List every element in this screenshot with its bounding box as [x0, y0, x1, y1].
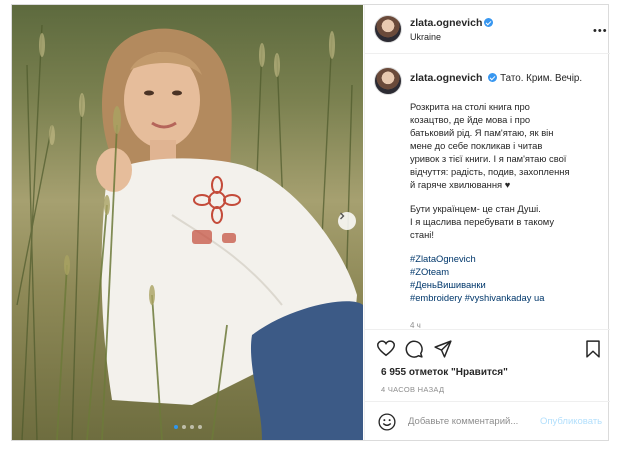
chevron-right-icon [340, 212, 345, 220]
bookmark-icon[interactable] [585, 340, 601, 358]
caption-line: й гаряче хвилювання ♥ [410, 179, 511, 190]
likes-count[interactable]: 6 955 отметок "Нравится" [381, 367, 508, 378]
comment-input[interactable] [408, 413, 538, 430]
caption-line: мене до себе покликав і читав [410, 140, 543, 151]
carousel-indicator [174, 425, 202, 429]
post-side-panel: zlata.ognevich Ukraine ••• zlata.ognevic… [364, 5, 610, 440]
carousel-next-button[interactable] [338, 212, 356, 230]
caption-line: відчуття: радість, подив, захоплення [410, 166, 570, 177]
caption-line: батьковий рід. Я пам'ятаю, як він [410, 127, 554, 138]
smiley-icon[interactable] [378, 413, 396, 431]
likes-text[interactable]: отметок "Нравится" [409, 367, 508, 378]
photo-illustration [16, 24, 363, 440]
post-timestamp[interactable]: 4 ЧАСОВ НАЗАД [381, 385, 444, 394]
more-options-icon[interactable]: ••• [593, 25, 608, 37]
caption-avatar[interactable] [374, 67, 402, 95]
hashtag-link[interactable]: #ZlataOgnevich [410, 252, 600, 265]
heart-icon[interactable] [377, 340, 395, 357]
instagram-post-modal: zlata.ognevich Ukraine ••• zlata.ognevic… [11, 4, 610, 441]
caption-line: стані! [410, 229, 434, 240]
caption-header: zlata.ognevich Тато. Крим. Вечір. [410, 72, 582, 84]
caption-username[interactable]: zlata.ognevich [410, 72, 482, 84]
verified-badge-icon [488, 73, 498, 82]
post-photo[interactable] [12, 5, 363, 440]
comment-bar: Опубликовать [365, 401, 610, 440]
post-header: zlata.ognevich Ukraine ••• [365, 5, 610, 54]
verified-badge-icon [484, 18, 494, 27]
action-bar [365, 329, 610, 369]
post-location[interactable]: Ukraine [410, 32, 441, 42]
carousel-dot [198, 425, 202, 429]
caption-line: І я щаслива перебувати в такому [410, 216, 555, 227]
avatar[interactable] [374, 15, 402, 43]
author-username-text[interactable]: zlata.ognevich [410, 17, 482, 29]
comment-icon[interactable] [405, 340, 423, 358]
hashtag-link[interactable]: #embroidery #vyshivankaday ua [410, 291, 600, 304]
carousel-dot-active [174, 425, 178, 429]
hashtag-link[interactable]: #ZOteam [410, 265, 600, 278]
caption-body: Розкрита на столі книга про козацтво, де… [410, 100, 600, 304]
caption-line: Розкрита на столі книга про [410, 101, 530, 112]
author-username[interactable]: zlata.ognevich [410, 17, 494, 29]
hashtag-link[interactable]: #ДеньВишиванки [410, 278, 600, 291]
likes-number[interactable]: 6 955 [381, 367, 406, 378]
caption-line: Бути українцем- це стан Душі. [410, 203, 541, 214]
caption-area: zlata.ognevich Тато. Крим. Вечір. Розкри… [365, 55, 610, 330]
caption-line: козацтво, де йде мова і про [410, 114, 531, 125]
caption-first-line: Тато. Крим. Вечір. [500, 73, 583, 84]
carousel-dot [182, 425, 186, 429]
publish-button[interactable]: Опубликовать [540, 416, 602, 427]
caption-line: уривок з тієї книги. І я пам'ятаю свої [410, 153, 567, 164]
carousel-dot [190, 425, 194, 429]
paper-plane-icon[interactable] [434, 340, 452, 358]
